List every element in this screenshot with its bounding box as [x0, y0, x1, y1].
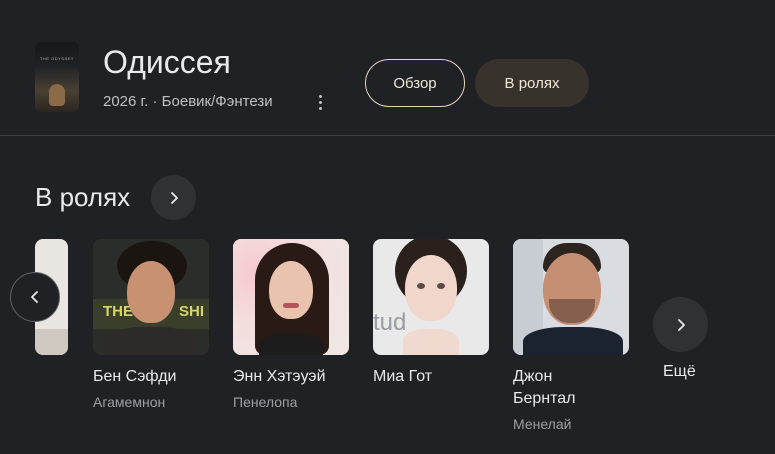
- movie-poster[interactable]: THE ODYSSEY: [35, 42, 79, 112]
- photo-backdrop-text-2: SHI: [179, 303, 205, 320]
- more-options-icon[interactable]: [312, 92, 328, 112]
- carousel-next-button[interactable]: [653, 297, 708, 352]
- cast-role-4: Менелай: [513, 416, 572, 432]
- chevron-left-icon: [31, 291, 38, 303]
- cast-name-2[interactable]: Энн Хэтэуэй: [233, 366, 363, 388]
- carousel-prev-button[interactable]: [10, 272, 60, 322]
- movie-header: THE ODYSSEY Одиссея 2026 г. · Боевик/Фэн…: [0, 0, 775, 135]
- cast-name-1[interactable]: Бен Сэфди: [93, 366, 223, 388]
- more-label[interactable]: Ещё: [663, 363, 696, 381]
- cast-photo-1[interactable]: THE SHI: [93, 239, 209, 355]
- photo-backdrop-text-3: tud: [373, 309, 407, 336]
- cast-photo-4[interactable]: [513, 239, 629, 355]
- cast-role-2: Пенелопа: [233, 394, 298, 410]
- cast-name-4[interactable]: Джон Бернтал: [513, 366, 613, 410]
- section-title: В ролях: [35, 182, 131, 212]
- cast-name-3[interactable]: Миа Гот: [373, 366, 503, 388]
- poster-figure: [49, 84, 65, 106]
- chevron-right-icon: [677, 318, 685, 331]
- header-divider: [0, 135, 775, 136]
- tab-cast[interactable]: В ролях: [475, 59, 589, 107]
- cast-photo-3[interactable]: tud: [373, 239, 489, 355]
- chevron-right-icon: [170, 191, 178, 204]
- cast-role-1: Агамемнон: [93, 394, 166, 410]
- tab-overview[interactable]: Обзор: [365, 59, 465, 107]
- poster-title: THE ODYSSEY: [40, 56, 74, 61]
- page-title: Одиссея: [103, 44, 231, 80]
- movie-meta: 2026 г. · Боевик/Фэнтези: [103, 93, 273, 110]
- cast-photo-2[interactable]: [233, 239, 349, 355]
- section-arrow-button[interactable]: [151, 175, 196, 220]
